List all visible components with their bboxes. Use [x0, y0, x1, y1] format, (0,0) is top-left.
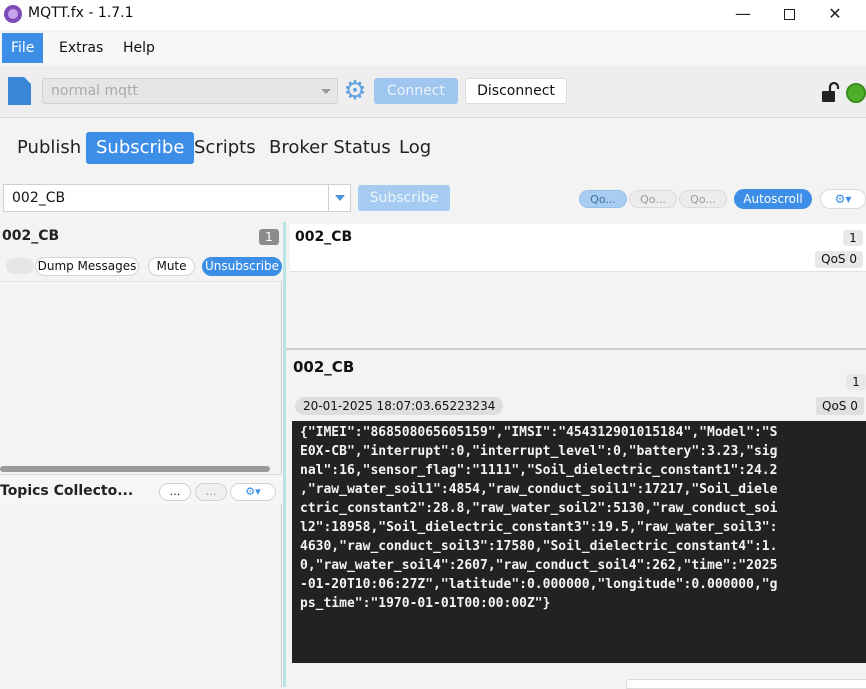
- subscription-topic: 002_CB: [2, 228, 60, 244]
- message-payload[interactable]: {"IMEI":"868508065605159","IMSI":"454312…: [292, 421, 866, 663]
- disconnect-button[interactable]: Disconnect: [465, 78, 567, 104]
- menu-bar: File Extras Help: [0, 33, 866, 63]
- message-detail: 002_CB 1 20-01-2025 18:07:03.65223234 Qo…: [286, 350, 866, 689]
- gear-icon: ⚙▾: [245, 485, 261, 498]
- messages-pane: 002_CB 1 QoS 0 002_CB 1 20-01-2025 18:07…: [283, 222, 866, 689]
- message-qos-badge: QoS 0: [815, 251, 863, 268]
- gear-icon: ⚙▾: [834, 192, 852, 206]
- autoscroll-toggle[interactable]: Autoscroll: [734, 189, 812, 209]
- connect-button[interactable]: Connect: [374, 78, 458, 104]
- connection-profile-select[interactable]: normal mqtt: [42, 78, 338, 104]
- chevron-down-icon: [335, 195, 345, 201]
- topics-collector-stop-button[interactable]: ...: [195, 483, 227, 501]
- topic-input-value: 002_CB: [12, 190, 66, 206]
- topics-collector-options-button[interactable]: ⚙▾: [230, 483, 276, 501]
- qos-1-toggle[interactable]: Qo...: [629, 190, 677, 208]
- maximize-button[interactable]: [766, 0, 812, 30]
- topics-collector-label: Topics Collecto...: [0, 483, 134, 499]
- settings-gear-icon[interactable]: ⚙: [342, 78, 368, 105]
- subscribe-options-button[interactable]: ⚙▾: [820, 189, 866, 209]
- qos-0-toggle[interactable]: Qo...: [579, 190, 627, 208]
- topic-input[interactable]: 002_CB: [3, 184, 351, 212]
- app-logo-icon: [4, 5, 22, 23]
- topics-collector-header: Topics Collecto... ... ... ⚙▾: [0, 474, 282, 504]
- subscribe-bar: 002_CB Subscribe Qo... Qo... Qo... Autos…: [0, 180, 866, 220]
- tab-log[interactable]: Log: [389, 132, 441, 164]
- topic-color-picker[interactable]: [6, 258, 34, 274]
- menu-extras[interactable]: Extras: [50, 33, 112, 63]
- message-number: 1: [843, 230, 863, 246]
- mute-button[interactable]: Mute: [148, 257, 195, 276]
- profile-value: normal mqtt: [51, 83, 139, 99]
- tab-publish[interactable]: Publish: [7, 132, 91, 164]
- tab-broker-status[interactable]: Broker Status: [259, 132, 401, 164]
- detail-timestamp: 20-01-2025 18:07:03.65223234: [295, 397, 504, 415]
- chevron-down-icon: [321, 89, 331, 94]
- document-icon[interactable]: [8, 77, 31, 105]
- subscription-message-count: 1: [259, 229, 279, 245]
- minimize-button[interactable]: —: [720, 0, 766, 30]
- topics-collector-scan-button[interactable]: ...: [159, 483, 191, 501]
- payload-decoder-box[interactable]: [626, 679, 866, 689]
- qos-2-toggle[interactable]: Qo...: [679, 190, 727, 208]
- detail-qos-badge: QoS 0: [816, 397, 864, 415]
- unsubscribe-button[interactable]: Unsubscribe: [202, 257, 282, 276]
- close-button[interactable]: ✕: [812, 0, 858, 30]
- detail-topic: 002_CB: [293, 358, 355, 376]
- horizontal-scrollbar[interactable]: [0, 466, 270, 472]
- connection-toolbar: normal mqtt ⚙ Connect Disconnect: [0, 66, 866, 118]
- unlocked-lock-icon: [822, 81, 840, 102]
- subscriptions-pane: 002_CB 1 Dump Messages Mute Unsubscribe …: [0, 222, 282, 687]
- menu-file[interactable]: File: [2, 33, 44, 63]
- maximize-icon: [783, 9, 795, 20]
- detail-message-number: 1: [846, 374, 866, 390]
- tab-scripts[interactable]: Scripts: [184, 132, 266, 164]
- subscribe-button[interactable]: Subscribe: [358, 185, 450, 211]
- tab-subscribe[interactable]: Subscribe: [86, 132, 195, 164]
- title-bar: MQTT.fx - 1.7.1 — ✕: [0, 0, 866, 30]
- subscription-item[interactable]: 002_CB 1 Dump Messages Mute Unsubscribe: [0, 222, 282, 282]
- dump-messages-button[interactable]: Dump Messages: [35, 257, 139, 276]
- topic-dropdown-button[interactable]: [328, 184, 351, 212]
- menu-help[interactable]: Help: [114, 33, 164, 63]
- window-title: MQTT.fx - 1.7.1: [28, 5, 134, 21]
- message-list-item[interactable]: 002_CB 1 QoS 0: [290, 224, 866, 272]
- connection-status-indicator: [846, 83, 866, 103]
- message-topic: 002_CB: [295, 229, 353, 245]
- main-tabs: Publish Subscribe Scripts Broker Status …: [0, 126, 866, 172]
